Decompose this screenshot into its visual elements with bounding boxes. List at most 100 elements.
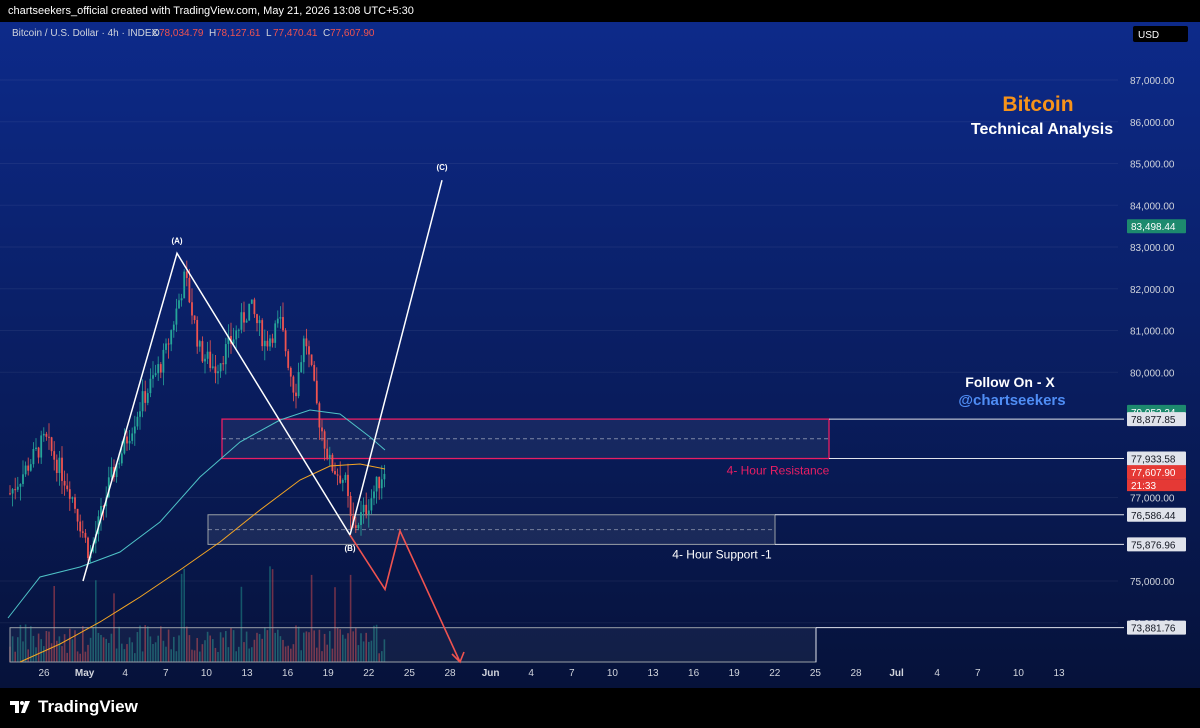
- candle-body: [126, 436, 128, 444]
- price-badge-label: 77,607.90: [1131, 468, 1176, 479]
- candle-body: [110, 467, 113, 478]
- candle-body: [154, 373, 157, 376]
- candle-body: [29, 464, 32, 471]
- price-tick: 84,000.00: [1130, 201, 1175, 212]
- wave-label: (A): [171, 236, 182, 245]
- time-tick: 26: [38, 668, 50, 679]
- candle-body: [42, 433, 45, 436]
- candle-body: [45, 433, 48, 437]
- candle-body: [40, 435, 43, 458]
- candle-body: [305, 338, 308, 347]
- price-tick: 82,000.00: [1130, 285, 1175, 296]
- follow-label: Follow On - X: [965, 374, 1055, 390]
- ohlc-value: 78,127.61: [216, 28, 261, 39]
- candle-body: [310, 354, 313, 365]
- candle-body: [308, 346, 310, 355]
- candle-body: [178, 300, 180, 309]
- price-badge-label: 76,586.44: [1131, 511, 1176, 522]
- candle-body: [55, 459, 58, 473]
- candle-body: [35, 447, 37, 450]
- candle-body: [157, 364, 160, 374]
- candle-body: [193, 315, 196, 320]
- candle-body: [79, 521, 82, 532]
- candle-body: [274, 323, 277, 343]
- price-badge-label: 75,876.96: [1131, 540, 1176, 551]
- price-chart[interactable]: 4- Hour Resistance 4- Hour Support -1 (A)…: [0, 22, 1200, 688]
- candle-body: [185, 271, 188, 278]
- candle-body: [245, 320, 248, 323]
- candle-body: [383, 473, 386, 480]
- candle-body: [159, 364, 162, 373]
- candle-body: [71, 497, 74, 499]
- time-tick: 10: [201, 668, 213, 679]
- price-tick: 86,000.00: [1130, 118, 1175, 129]
- candle-body: [237, 329, 240, 331]
- time-tick: 22: [363, 668, 375, 679]
- candle-body: [271, 338, 274, 343]
- candle-body: [297, 372, 300, 397]
- candle-body: [336, 474, 339, 476]
- candle-body: [362, 504, 365, 513]
- candle-body: [214, 366, 217, 374]
- price-tick: 87,000.00: [1130, 76, 1175, 87]
- time-tick: May: [75, 668, 95, 679]
- time-tick: 4: [528, 668, 534, 679]
- candle-body: [323, 431, 326, 449]
- candle-body: [295, 392, 297, 397]
- candle-body: [81, 531, 84, 533]
- time-tick: 13: [647, 668, 659, 679]
- symbol-label: Bitcoin / U.S. Dollar · 4h · INDEX: [12, 28, 158, 39]
- candle-body: [58, 457, 61, 473]
- candle-body: [354, 525, 357, 529]
- candle-body: [360, 512, 362, 525]
- attribution-text: chartseekers_official created with Tradi…: [8, 5, 414, 17]
- tradingview-brand: TradingView: [38, 697, 138, 716]
- candle-body: [172, 324, 175, 331]
- candle-body: [188, 277, 191, 303]
- candle-body: [53, 451, 56, 460]
- time-tick: 4: [122, 668, 128, 679]
- candle-body: [240, 312, 243, 330]
- wave-label: (B): [344, 544, 355, 553]
- candle-body: [349, 495, 352, 517]
- candle-body: [256, 314, 258, 324]
- price-badge-label: 78,877.85: [1131, 415, 1176, 426]
- candle-body: [258, 320, 261, 324]
- candle-body: [328, 454, 331, 459]
- candle-body: [87, 537, 89, 558]
- ohlc-key: L: [266, 28, 272, 39]
- candle-body: [248, 303, 251, 321]
- chart-svg[interactable]: 4- Hour Resistance 4- Hour Support -1 (A)…: [0, 22, 1200, 688]
- candle-body: [253, 299, 256, 315]
- attribution-bar: chartseekers_official created with Tradi…: [0, 0, 1200, 22]
- price-tick: 83,000.00: [1130, 243, 1175, 254]
- candle-body: [357, 524, 360, 529]
- candle-body: [165, 343, 167, 350]
- candle-body: [243, 312, 245, 323]
- candle-body: [180, 298, 183, 301]
- candle-body: [282, 317, 284, 331]
- candle-body: [66, 485, 69, 490]
- candle-body: [367, 510, 370, 515]
- candle-body: [370, 498, 373, 511]
- candle-body: [302, 338, 305, 363]
- twitter-handle[interactable]: @chartseekers: [958, 392, 1065, 409]
- candle-body: [198, 341, 201, 347]
- candle-body: [292, 376, 295, 393]
- candle-body: [133, 426, 136, 434]
- candle-body: [144, 391, 147, 403]
- time-tick: 28: [444, 668, 456, 679]
- candle-body: [313, 364, 316, 381]
- candle-body: [209, 351, 212, 368]
- candle-body: [279, 317, 282, 319]
- candle-body: [14, 489, 17, 491]
- countdown-label: 21:33: [1131, 481, 1156, 492]
- candle-body: [250, 299, 253, 304]
- candle-body: [347, 474, 349, 496]
- candle-body: [63, 480, 66, 486]
- candle-body: [284, 330, 287, 352]
- candle-body: [191, 302, 193, 316]
- overlay-title: Bitcoin: [1002, 93, 1073, 116]
- time-tick: 13: [241, 668, 253, 679]
- candle-body: [76, 508, 79, 522]
